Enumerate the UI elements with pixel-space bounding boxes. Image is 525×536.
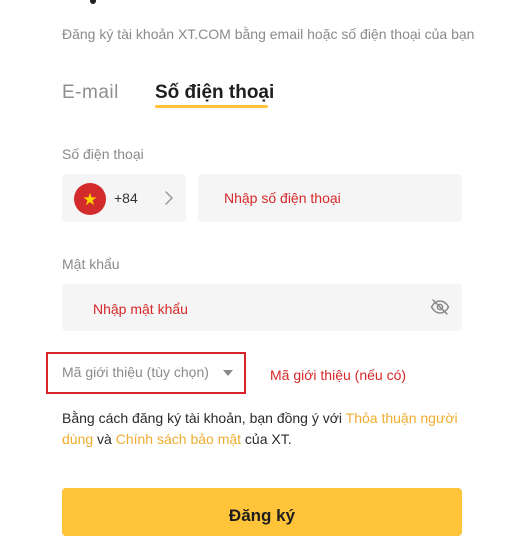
referral-code-input[interactable]: Mã giới thiệu (tùy chọn): [62, 364, 209, 380]
register-button[interactable]: Đăng ký: [62, 488, 462, 536]
eye-off-icon[interactable]: [430, 298, 450, 316]
header-fragment: [90, 0, 96, 4]
chevron-right-icon: [165, 191, 173, 205]
page-subtitle: Đăng ký tài khoản XT.COM bằng email hoặc…: [62, 26, 475, 42]
country-code: +84: [114, 190, 138, 206]
register-button-label: Đăng ký: [228, 506, 296, 525]
password-placeholder: Nhập mật khẩu: [93, 301, 188, 317]
caret-down-icon[interactable]: [223, 370, 233, 376]
terms-suffix: của XT.: [241, 431, 292, 447]
terms-and: và: [93, 431, 116, 447]
terms-prefix: Bằng cách đăng ký tài khoản, bạn đồng ý …: [62, 410, 346, 426]
referral-annotation: Mã giới thiệu (nếu có): [270, 367, 407, 383]
phone-placeholder: Nhập số điện thoại: [224, 190, 341, 206]
password-label: Mật khẩu: [62, 256, 120, 272]
tab-phone[interactable]: Số điện thoại: [155, 82, 274, 104]
active-tab-indicator: [155, 105, 268, 108]
phone-label: Số điện thoại: [62, 146, 144, 162]
terms-text: Bằng cách đăng ký tài khoản, bạn đồng ý …: [62, 408, 482, 450]
vietnam-flag-icon: ★: [74, 183, 106, 215]
tab-email[interactable]: E-mail: [62, 82, 119, 104]
privacy-policy-link[interactable]: Chính sách bảo mật: [116, 431, 241, 447]
